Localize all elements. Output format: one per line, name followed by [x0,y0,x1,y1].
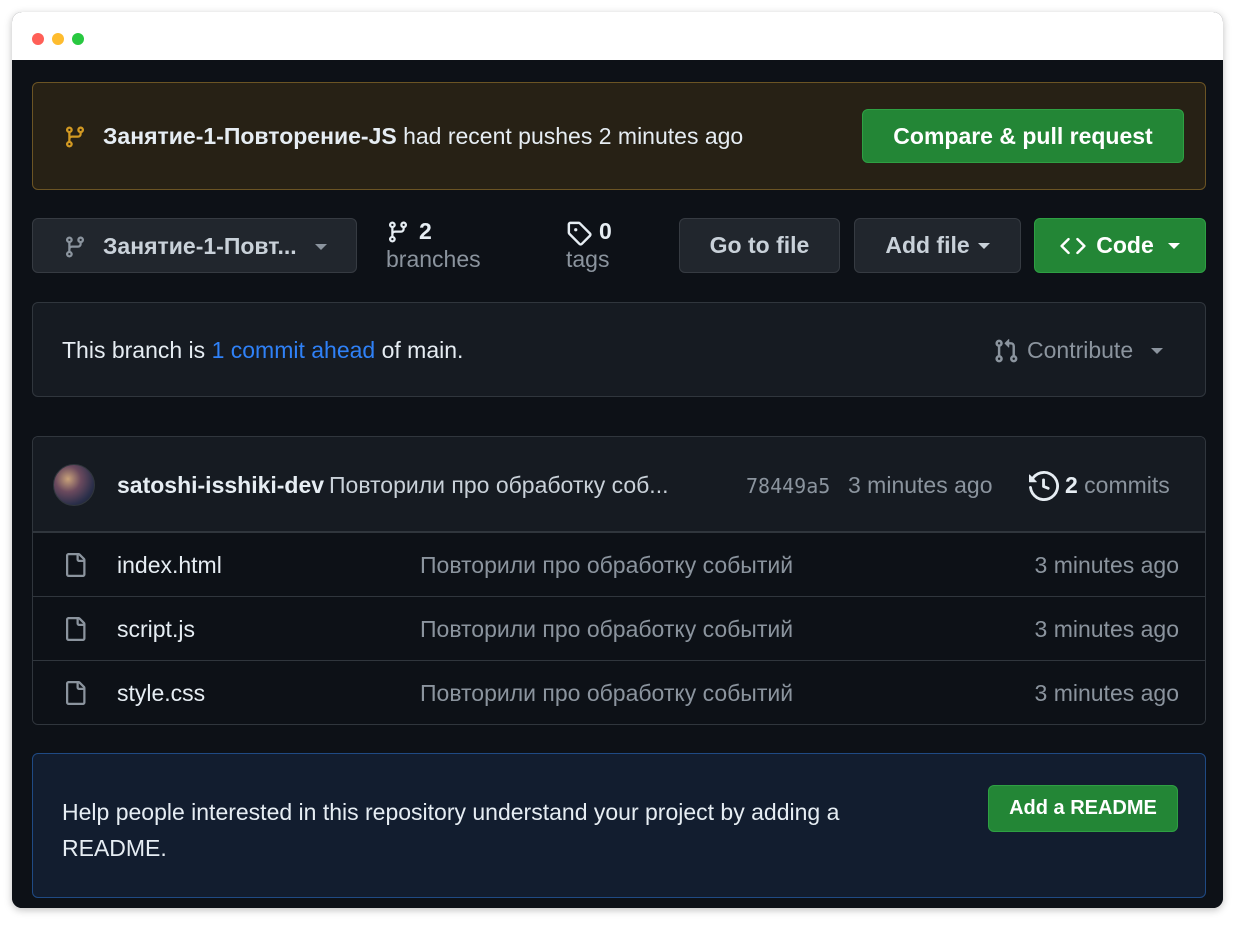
commits-label: commits [1077,472,1170,498]
recent-pushes-banner: Занятие-1-Повторение-JS had recent pushe… [32,82,1206,190]
file-icon [66,617,86,641]
latest-commit-header: satoshi-isshiki-dev Повторили про обрабо… [33,437,1205,532]
file-commit-time: 3 minutes ago [1034,552,1179,578]
maximize-window-dot[interactable] [72,33,84,45]
commit-message[interactable]: Повторили про обработку соб... [329,472,697,499]
commits-count: 2 [1065,472,1078,498]
add-file-label: Add file [885,232,970,258]
commit-ahead-link[interactable]: 1 commit ahead [212,337,376,363]
file-name[interactable]: index.html [117,552,222,579]
chevron-down-icon [1167,242,1180,249]
readme-prompt-text: Help people interested in this repositor… [62,799,840,861]
readme-prompt: Help people interested in this repositor… [32,753,1206,898]
pushed-branch-name[interactable]: Занятие-1-Повторение-JS [103,123,397,149]
commit-author[interactable]: satoshi-isshiki-dev [117,472,324,499]
file-icon [66,681,86,705]
code-button[interactable]: Code [1034,218,1206,273]
commits-count-link[interactable]: 2 commits [1065,472,1170,499]
go-to-file-button[interactable]: Go to file [679,218,840,273]
browser-window: Занятие-1-Повторение-JS had recent pushe… [12,12,1223,908]
file-commit-message[interactable]: Повторили про обработку событий [420,680,793,707]
file-commit-message[interactable]: Повторили про обработку событий [420,552,793,579]
tag-icon [567,221,592,246]
file-commit-time: 3 minutes ago [1034,616,1179,642]
file-name[interactable]: script.js [117,616,195,643]
code-label: Code [1096,232,1154,258]
branches-label: branches [386,246,481,272]
add-readme-button[interactable]: Add a README [988,785,1178,832]
commit-sha[interactable]: 78449a5 [746,474,830,498]
compare-pull-request-button[interactable]: Compare & pull request [862,109,1184,163]
window-titlebar [12,12,1223,60]
git-branch-icon [65,126,84,148]
recent-pushes-text: had recent pushes 2 minutes ago [396,123,744,149]
close-window-dot[interactable] [32,33,44,45]
table-row[interactable]: script.js Повторили про обработку событи… [33,596,1205,660]
table-row[interactable]: index.html Повторили про обработку событ… [33,532,1205,596]
file-commit-message[interactable]: Повторили про обработку событий [420,616,793,643]
chevron-down-icon [1151,347,1164,354]
ahead-suffix: of main. [375,337,464,363]
repo-toolbar: Занятие-1-Повт... 2 branches 0 tags Go t… [32,218,1206,274]
file-icon [66,553,86,577]
ahead-prefix: This branch is [62,337,212,363]
avatar[interactable] [53,464,95,506]
contribute-dropdown[interactable]: Contribute [993,337,1164,364]
table-row[interactable]: style.css Повторили про обработку событи… [33,660,1205,724]
git-pull-request-icon [995,338,1018,362]
commit-time: 3 minutes ago [848,472,993,498]
git-branch-icon [65,236,84,258]
branch-compare-box: This branch is 1 commit ahead of main. C… [32,302,1206,397]
history-icon [1029,471,1059,501]
branches-link[interactable]: 2 branches [386,218,496,274]
code-icon [1060,237,1086,254]
add-file-button[interactable]: Add file [854,218,1021,273]
branch-selector-label: Занятие-1-Повт... [103,233,297,259]
tags-link[interactable]: 0 tags [566,218,636,274]
minimize-window-dot[interactable] [52,33,64,45]
git-branch-icon [388,221,407,243]
file-name[interactable]: style.css [117,680,205,707]
recent-pushes-message: Занятие-1-Повторение-JS had recent pushe… [103,123,743,150]
contribute-label: Contribute [1027,337,1134,363]
branch-selector[interactable]: Занятие-1-Повт... [32,218,357,273]
chevron-down-icon [977,242,990,249]
tags-count: 0 [599,218,612,244]
branch-ahead-text: This branch is 1 commit ahead of main. [62,337,463,364]
tags-label: tags [566,246,610,272]
chevron-down-icon [315,244,327,250]
file-list: satoshi-isshiki-dev Повторили про обрабо… [32,436,1206,725]
branches-count: 2 [419,218,432,244]
file-commit-time: 3 minutes ago [1034,680,1179,706]
repo-content: Занятие-1-Повторение-JS had recent pushe… [12,60,1223,908]
